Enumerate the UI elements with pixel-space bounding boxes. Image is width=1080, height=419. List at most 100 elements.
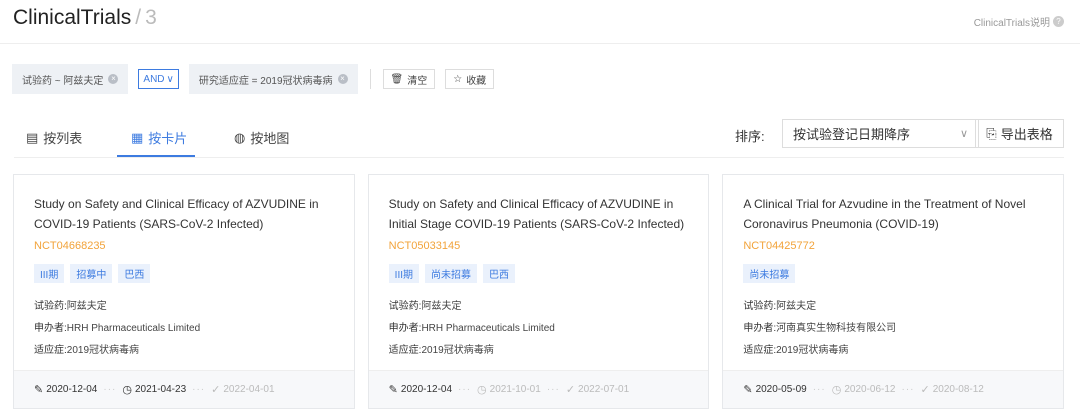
trial-card[interactable]: Study on Safety and Clinical Efficacy of… [367,174,710,409]
indication-label: 适应症: [743,345,777,356]
edit-icon: ✎ [388,384,398,396]
trial-card[interactable]: Study on Safety and Clinical Efficacy of… [13,174,355,409]
sponsor-label: 申办者: [743,323,777,334]
drug-label: 试验药: [388,301,422,312]
clock-icon: ◷ [122,384,132,396]
sponsor-field: 申办者:HRH Pharmaceuticals Limited [34,319,200,334]
trial-nct-id[interactable]: NCT04425772 [743,240,815,252]
sponsor-value: HRH Pharmaceuticals Limited [421,323,555,334]
edit-icon: ✎ [743,384,753,396]
date-text: 2020-12-04 [400,384,453,395]
trial-nct-id[interactable]: NCT05033145 [389,240,461,252]
clock-icon: ◷ [831,384,842,396]
chevron-down-icon: ∨ [959,128,968,140]
date-text: 2022-04-01 [223,384,275,395]
view-tabs: ▤ 按列表 ▦ 按卡片 ◍ 按地图 排序: 按试验登记日期降序 ∨ ⎘ 导出表格 [14,118,1064,158]
date-text: 2022-07-01 [578,384,630,395]
chevron-down-icon: ∨ [166,73,174,85]
trial-title[interactable]: Study on Safety and Clinical Efficacy of… [389,194,689,234]
indication-label: 适应症: [388,345,422,356]
date-text: 2020-12-04 [46,384,98,395]
list-icon: ▤ [26,129,39,145]
tab-list[interactable]: ▤ 按列表 [26,128,82,147]
status-tag: 招募中 [70,264,113,283]
indication-field: 适应症:2019冠状病毒病 [34,341,139,356]
date-text: 2021-04-23 [134,384,187,395]
sponsor-value: 河南真实生物科技有限公司 [776,323,897,334]
page-title: ClinicalTrials/3 [13,6,157,30]
tab-label: 按地图 [250,131,290,146]
close-icon[interactable]: × [108,74,119,84]
filter-chip-drug[interactable]: 试验药 ~ 阿兹夫定 × [12,64,129,94]
drug-value: 阿兹夫定 [421,301,462,312]
separator: ··· [192,384,206,395]
date-text: 2020-06-12 [844,384,896,395]
edit-icon: ✎ [34,384,44,396]
card-grid: Study on Safety and Clinical Efficacy of… [13,174,1065,409]
title-separator: / [135,6,142,29]
drug-field: 试验药:阿兹夫定 [34,297,107,312]
registration-date: ✎ 2020-05-09 [743,383,806,396]
indication-value: 2019冠状病毒病 [66,345,140,356]
result-count: 3 [145,6,157,29]
trash-icon: 🗑 [390,73,404,85]
status-tag: 尚未招募 [743,264,796,283]
indication-field: 适应症:2019冠状病毒病 [389,341,494,356]
start-date: ◷ 2021-04-23 [122,383,186,396]
trial-card[interactable]: A Clinical Trial for Azvudine in the Tre… [722,174,1065,409]
filter-chip-indication[interactable]: 研究适应症 = 2019冠状病毒病 × [188,64,358,94]
help-link[interactable]: ClinicalTrials说明 ? [974,14,1064,29]
close-icon[interactable]: × [337,74,348,84]
clear-button[interactable]: 🗑 清空 [382,69,436,89]
separator: ··· [546,384,560,395]
trial-title[interactable]: Study on Safety and Clinical Efficacy of… [34,194,334,234]
separator: ··· [103,384,117,395]
separator: ··· [458,384,472,395]
start-date: ◷ 2020-06-12 [832,383,896,396]
star-icon: ☆ [453,73,463,85]
sponsor-field: 申办者:HRH Pharmaceuticals Limited [389,319,555,334]
trial-nct-id[interactable]: NCT04668235 [34,240,106,252]
tab-label: 按卡片 [148,131,188,146]
card-footer: ✎ 2020-05-09 ··· ◷ 2020-06-12 ··· ✓ 2020-08… [723,370,1064,408]
export-button[interactable]: ⎘ 导出表格 [975,119,1064,148]
export-button-label: 导出表格 [1000,127,1053,142]
drug-field: 试验药:阿兹夫定 [389,297,462,312]
save-button[interactable]: ☆ 收藏 [445,69,495,89]
check-circle-icon: ✓ [211,384,221,396]
indication-label: 适应症: [34,345,67,356]
sort-label: 排序: [735,129,765,144]
registration-date: ✎ 2020-12-04 [389,383,452,396]
date-text: 2021-10-01 [489,384,541,395]
save-button-label: 收藏 [466,75,487,87]
registration-date: ✎ 2020-12-04 [34,383,97,396]
active-tab-indicator [117,155,195,157]
help-link-text[interactable]: ClinicalTrials说明 [974,14,1050,29]
drug-value: 阿兹夫定 [776,301,817,312]
sort-select[interactable]: 按试验登记日期降序 ∨ [782,119,979,148]
grid-icon: ▦ [131,129,144,145]
page-header: ClinicalTrials/3 ClinicalTrials说明 ? [0,0,1080,44]
tab-card[interactable]: ▦ 按卡片 [131,128,187,147]
drug-value: 阿兹夫定 [66,301,107,312]
date-text: 2020-05-09 [755,384,807,395]
drug-label: 试验药: [34,301,67,312]
trial-tags: III期 招募中 巴西 [34,264,151,283]
clear-button-label: 清空 [407,75,428,87]
tab-map[interactable]: ◍ 按地图 [234,128,289,147]
sponsor-value: HRH Pharmaceuticals Limited [66,323,201,334]
question-icon[interactable]: ? [1053,16,1064,27]
drug-label: 试验药: [743,301,777,312]
sort-value: 按试验登记日期降序 [793,127,911,142]
card-footer: ✎ 2020-12-04 ··· ◷ 2021-04-23 ··· ✓ 2022-04… [14,370,354,408]
check-circle-icon: ✓ [565,384,576,396]
check-circle-icon: ✓ [920,384,930,396]
divider [369,69,371,89]
separator: ··· [901,384,915,395]
trial-tags: 尚未招募 [743,264,796,283]
indication-field: 适应症:2019冠状病毒病 [743,341,848,356]
sponsor-label: 申办者: [388,323,422,334]
phase-tag: III期 [34,264,65,283]
operator-select[interactable]: AND ∨ [138,69,179,89]
trial-title[interactable]: A Clinical Trial for Azvudine in the Tre… [743,194,1043,234]
